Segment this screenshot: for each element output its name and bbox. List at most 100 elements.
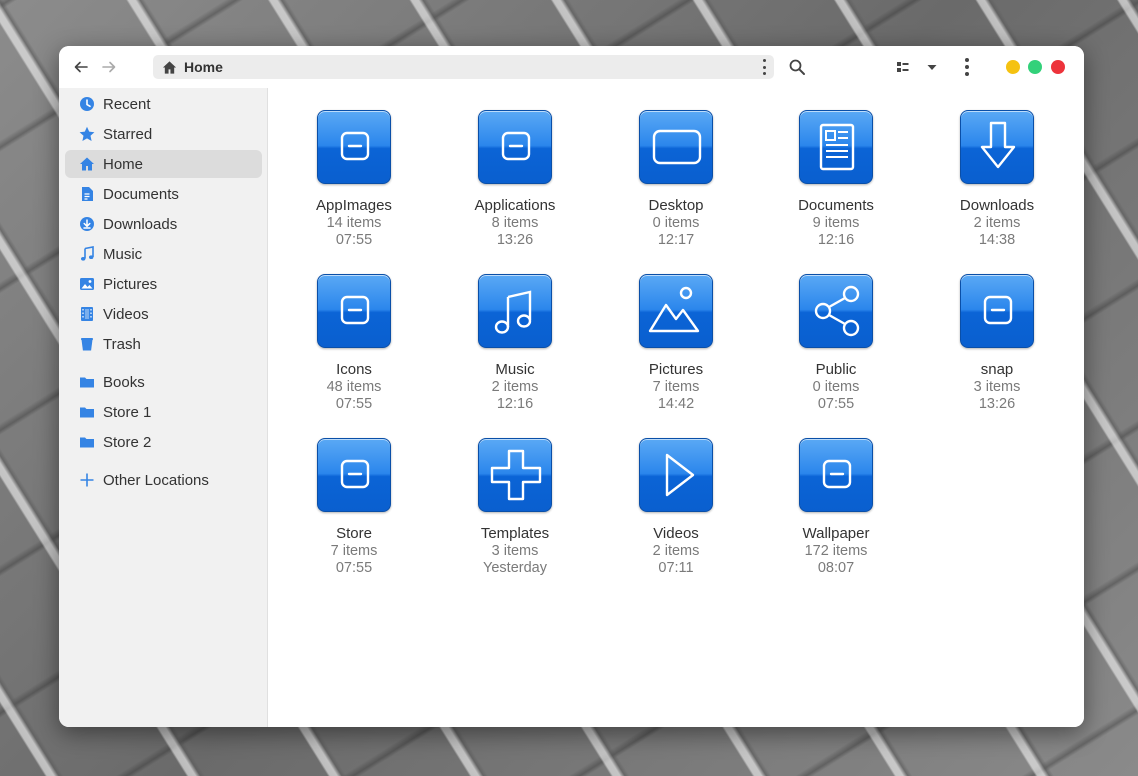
folder-item-count: 3 items	[491, 543, 539, 559]
sidebar-bookmark-store-1[interactable]: Store 1	[65, 398, 262, 426]
folder-music-icon[interactable]	[478, 274, 552, 348]
folder-item[interactable]: Public 0 items 07:55	[761, 274, 911, 413]
trash-icon	[79, 336, 95, 352]
main-menu-button[interactable]	[965, 58, 969, 76]
list-view-icon	[897, 62, 909, 72]
folder-name: Documents	[798, 197, 874, 214]
folder-icon	[79, 374, 95, 390]
sidebar-item-label: Home	[103, 155, 144, 173]
folder-documents-icon[interactable]	[799, 110, 873, 184]
sidebar-bookmark-books[interactable]: Books	[65, 368, 262, 396]
folder-name: Wallpaper	[802, 525, 870, 542]
sidebar-item-videos[interactable]: Videos	[65, 300, 262, 328]
folder-desktop-icon[interactable]	[639, 110, 713, 184]
minimize-button[interactable]	[1006, 60, 1020, 74]
folder-name: Store	[336, 525, 372, 542]
folder-item-count: 2 items	[652, 543, 700, 559]
sidebar-item-starred[interactable]: Starred	[65, 120, 262, 148]
document-icon	[79, 186, 95, 202]
sidebar-item-trash[interactable]: Trash	[65, 330, 262, 358]
folder-name: Icons	[336, 361, 372, 378]
sidebar-item-downloads[interactable]: Downloads	[65, 210, 262, 238]
folder-modified-time: 07:55	[817, 396, 855, 412]
folder-name: Templates	[480, 525, 550, 542]
folder-item[interactable]: Templates 3 items Yesterday	[440, 438, 590, 577]
sidebar-item-label: Books	[103, 373, 145, 391]
sidebar-item-music[interactable]: Music	[65, 240, 262, 268]
folder-icons-icon[interactable]	[317, 274, 391, 348]
sidebar-item-label: Other Locations	[103, 471, 209, 489]
folder-item-count: 48 items	[326, 379, 382, 395]
home-icon	[162, 60, 177, 74]
chevron-down-icon	[927, 65, 937, 70]
clock-icon	[79, 96, 95, 112]
path-menu-button[interactable]	[762, 59, 766, 75]
folder-item[interactable]: Documents 9 items 12:16	[761, 110, 911, 249]
sidebar-item-pictures[interactable]: Pictures	[65, 270, 262, 298]
folder-videos-icon[interactable]	[639, 438, 713, 512]
folder-applications-icon[interactable]	[478, 110, 552, 184]
folder-item[interactable]: Desktop 0 items 12:17	[601, 110, 751, 249]
search-icon	[789, 59, 805, 75]
home-icon	[79, 156, 95, 172]
sidebar-item-label: Pictures	[103, 275, 158, 293]
sidebar-item-home[interactable]: Home	[65, 150, 262, 178]
folder-templates-icon[interactable]	[478, 438, 552, 512]
folder-item-count: 0 items	[652, 215, 700, 231]
folder-store-icon[interactable]	[317, 438, 391, 512]
back-button[interactable]	[68, 54, 94, 80]
folder-item[interactable]: Music 2 items 12:16	[440, 274, 590, 413]
folder-pictures-icon[interactable]	[639, 274, 713, 348]
folder-item[interactable]: Wallpaper 172 items 08:07	[761, 438, 911, 577]
folder-item-count: 8 items	[491, 215, 539, 231]
folder-grid: AppImages 14 items 07:55 Applications 8 item…	[269, 88, 1084, 727]
folder-modified-time: 07:55	[335, 560, 373, 576]
folder-wallpaper-icon[interactable]	[799, 438, 873, 512]
sidebar-item-documents[interactable]: Documents	[65, 180, 262, 208]
star-icon	[79, 126, 95, 142]
folder-name: Applications	[474, 197, 556, 214]
folder-item-count: 0 items	[812, 379, 860, 395]
folder-modified-time: 12:16	[817, 232, 855, 248]
folder-item-count: 9 items	[812, 215, 860, 231]
view-options-dropdown[interactable]	[925, 59, 939, 75]
folder-item-count: 7 items	[652, 379, 700, 395]
plus-icon	[79, 472, 95, 488]
folder-item[interactable]: AppImages 14 items 07:55	[279, 110, 429, 249]
folder-appimages-icon[interactable]	[317, 110, 391, 184]
sidebar-item-label: Store 2	[103, 433, 152, 451]
folder-item[interactable]: Downloads 2 items 14:38	[922, 110, 1072, 249]
folder-item-count: 14 items	[326, 215, 382, 231]
image-icon	[79, 276, 95, 292]
folder-name: snap	[980, 361, 1014, 378]
folder-name: Music	[495, 361, 535, 378]
close-button[interactable]	[1051, 60, 1065, 74]
folder-item[interactable]: Store 7 items 07:55	[279, 438, 429, 577]
forward-button[interactable]	[96, 54, 122, 80]
folder-item[interactable]: Applications 8 items 13:26	[440, 110, 590, 249]
folder-snap-icon[interactable]	[960, 274, 1034, 348]
path-bar[interactable]: Home	[153, 55, 774, 79]
folder-item[interactable]: Videos 2 items 07:11	[601, 438, 751, 577]
sidebar-other-locations[interactable]: Other Locations	[65, 466, 262, 494]
download-icon	[79, 216, 95, 232]
folder-public-icon[interactable]	[799, 274, 873, 348]
folder-item-count: 7 items	[330, 543, 378, 559]
folder-downloads-icon[interactable]	[960, 110, 1034, 184]
sidebar-item-label: Music	[103, 245, 143, 263]
folder-item[interactable]: Icons 48 items 07:55	[279, 274, 429, 413]
sidebar-bookmark-store-2[interactable]: Store 2	[65, 428, 262, 456]
folder-item[interactable]: snap 3 items 13:26	[922, 274, 1072, 413]
arrow-right-icon	[102, 61, 116, 73]
folder-modified-time: 13:26	[496, 232, 534, 248]
sidebar-item-label: Starred	[103, 125, 153, 143]
view-mode-button[interactable]	[895, 59, 911, 75]
sidebar-item-label: Downloads	[103, 215, 178, 233]
path-home-label[interactable]: Home	[184, 59, 223, 75]
folder-modified-time: 12:17	[657, 232, 695, 248]
folder-item[interactable]: Pictures 7 items 14:42	[601, 274, 751, 413]
search-button[interactable]	[786, 56, 808, 78]
folder-icon	[79, 434, 95, 450]
sidebar-item-recent[interactable]: Recent	[65, 90, 262, 118]
maximize-button[interactable]	[1028, 60, 1042, 74]
